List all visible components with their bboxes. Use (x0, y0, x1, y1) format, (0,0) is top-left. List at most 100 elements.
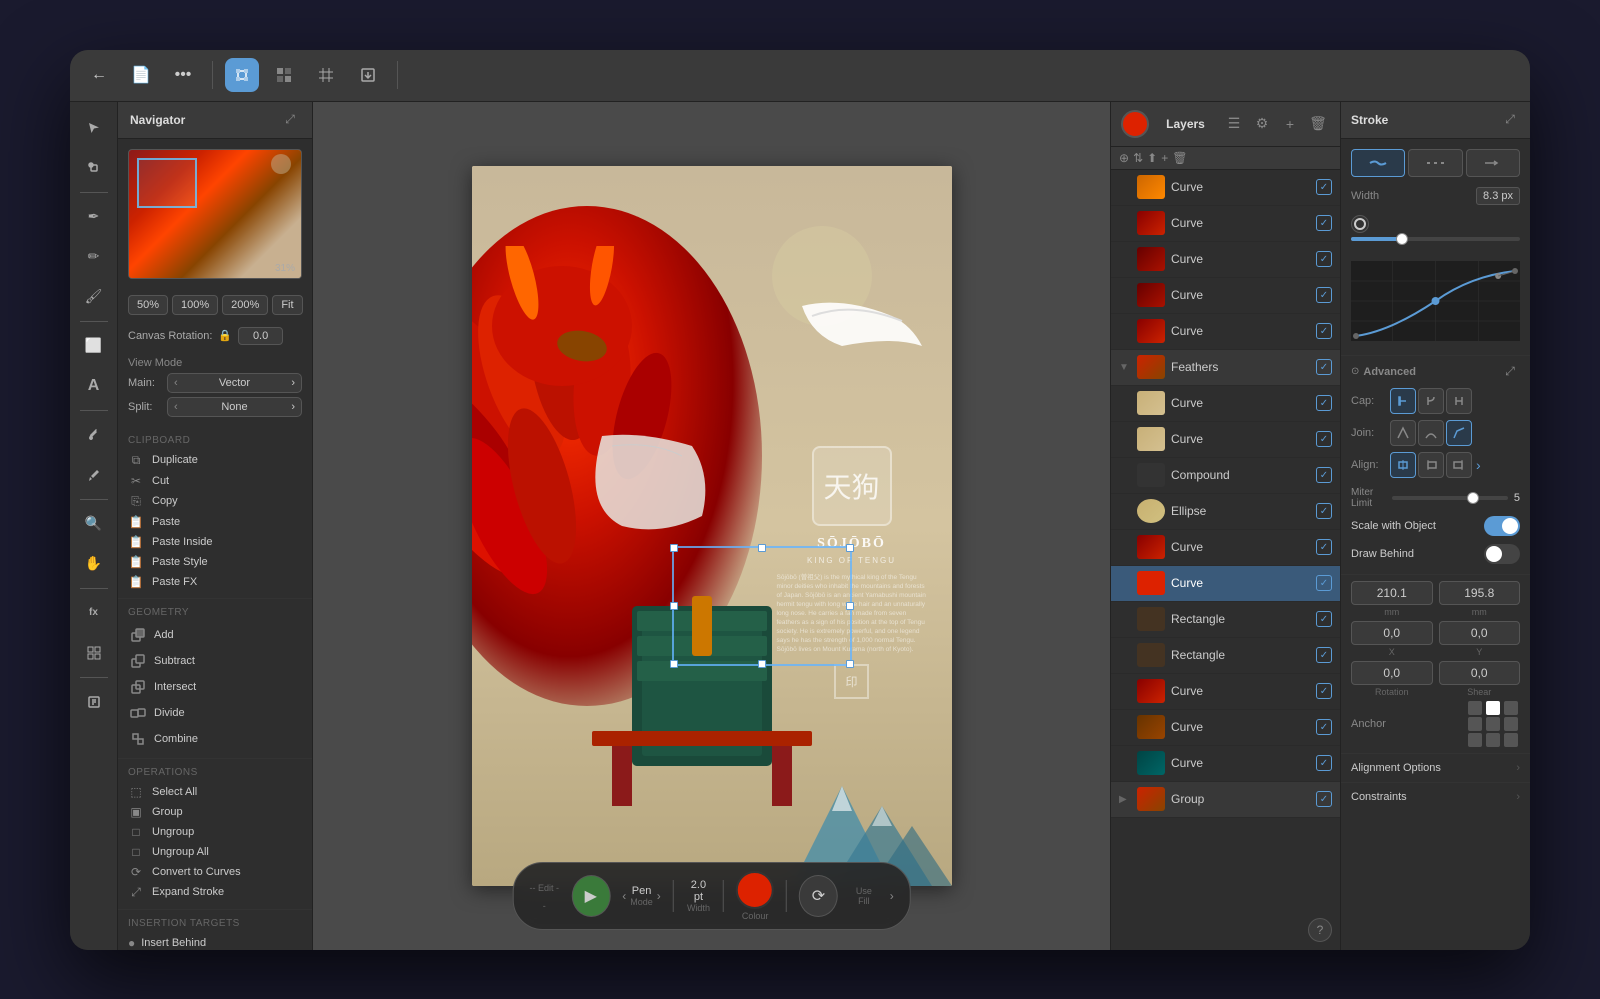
stroke-dashed-button[interactable] (1408, 149, 1462, 177)
width-value[interactable]: 8.3 px (1476, 187, 1520, 205)
pen-tool[interactable]: ✒ (76, 199, 112, 235)
ungroup-all-button[interactable]: □ Ungroup All (118, 842, 312, 862)
layer-item[interactable]: Curve ✓ (1111, 674, 1340, 710)
width-input[interactable] (1351, 581, 1433, 605)
zoom-fit-button[interactable]: Fit (272, 295, 302, 315)
layer-item-compound[interactable]: Compound ✓ (1111, 458, 1340, 494)
eyedropper-tool[interactable] (76, 457, 112, 493)
layer-visibility[interactable]: ✓ (1316, 395, 1332, 411)
layer-visibility[interactable]: ✓ (1316, 575, 1332, 591)
layer-item-active[interactable]: Curve ✓ (1111, 566, 1340, 602)
cap-round-button[interactable] (1418, 388, 1444, 414)
join-round-button[interactable] (1418, 420, 1444, 446)
miter-slider[interactable] (1392, 496, 1508, 500)
vector-mode-button[interactable] (225, 58, 259, 92)
height-input[interactable] (1439, 581, 1521, 605)
paste-style-button[interactable]: 📋 Paste Style (118, 552, 312, 572)
layers-swap-button[interactable]: ⇅ (1133, 151, 1143, 165)
play-button[interactable]: ▶ (571, 875, 610, 917)
grid-tool[interactable] (76, 635, 112, 671)
layer-item-teal[interactable]: Curve ✓ (1111, 746, 1340, 782)
pan-tool[interactable]: ✋ (76, 546, 112, 582)
x-input[interactable] (1351, 621, 1433, 645)
anchor-mc[interactable] (1486, 717, 1500, 731)
scale-toggle[interactable] (1484, 516, 1520, 536)
select-tool[interactable] (76, 110, 112, 146)
layer-item[interactable]: Curve ✓ (1111, 710, 1340, 746)
cap-square-button[interactable] (1446, 388, 1472, 414)
layers-color-dot[interactable] (1121, 110, 1149, 138)
subtract-button[interactable]: Subtract (118, 648, 312, 674)
anchor-tr[interactable] (1504, 701, 1518, 715)
anchor-mr[interactable] (1504, 717, 1518, 731)
mode-next-button[interactable]: › (657, 889, 661, 903)
export-button[interactable] (351, 58, 385, 92)
y-input[interactable] (1439, 621, 1521, 645)
anchor-bl[interactable] (1468, 733, 1482, 747)
layer-item-rect2[interactable]: Rectangle ✓ (1111, 638, 1340, 674)
zoom-tool[interactable]: 🔍 (76, 506, 112, 542)
cut-button[interactable]: ✂ Cut (118, 471, 312, 491)
layers-collapse-button[interactable]: ⬆ (1147, 151, 1157, 165)
layer-visibility[interactable]: ✓ (1316, 503, 1332, 519)
layer-visibility[interactable]: ✓ (1316, 179, 1332, 195)
layer-item[interactable]: Curve ✓ (1111, 530, 1340, 566)
join-bevel-button[interactable] (1446, 420, 1472, 446)
mode-prev-button[interactable]: ‹ (622, 889, 626, 903)
draw-behind-toggle[interactable] (1484, 544, 1520, 564)
layer-item[interactable]: Curve ✓ (1111, 314, 1340, 350)
copy-button[interactable]: ⎘ Copy (118, 491, 312, 512)
align-outside-button[interactable] (1446, 452, 1472, 478)
layers-remove-layer-button[interactable]: 🗑 (1172, 151, 1187, 165)
anchor-bc[interactable] (1486, 733, 1500, 747)
layer-visibility[interactable]: ✓ (1316, 539, 1332, 555)
node-tool[interactable] (76, 150, 112, 186)
paste-button[interactable]: 📋 Paste (118, 512, 312, 532)
cap-butt-button[interactable] (1390, 388, 1416, 414)
layers-scroll-up[interactable]: ⊕ (1119, 151, 1129, 165)
stroke-popout-button[interactable]: ⤢ (1500, 110, 1520, 130)
paste-inside-button[interactable]: 📋 Paste Inside (118, 532, 312, 552)
new-document-button[interactable]: 📄 (124, 58, 158, 92)
layer-visibility[interactable]: ✓ (1316, 359, 1332, 375)
layer-item[interactable]: Curve ✓ (1111, 278, 1340, 314)
constraints-button[interactable]: Constraints › (1341, 782, 1530, 811)
shear-input[interactable] (1439, 661, 1521, 685)
view-mode-split-selector[interactable]: ‹ None › (167, 397, 302, 417)
width-slider[interactable] (1351, 237, 1520, 241)
grid-button[interactable] (309, 58, 343, 92)
layer-item[interactable]: Curve ✓ (1111, 242, 1340, 278)
select-all-button[interactable]: ⬚ Select All (118, 782, 312, 802)
more-options-button[interactable]: ••• (166, 58, 200, 92)
layer-visibility[interactable]: ✓ (1316, 683, 1332, 699)
layer-item[interactable]: Curve ✓ (1111, 170, 1340, 206)
colour-picker[interactable] (736, 871, 774, 909)
join-miter-button[interactable] (1390, 420, 1416, 446)
shape-tool[interactable]: ⬜ (76, 328, 112, 364)
anchor-tl[interactable] (1468, 701, 1482, 715)
canvas-area[interactable]: 天狗 SŌJŌBŌ KING OF TENGU Sōjōbō (曽祖父) is … (313, 102, 1110, 950)
layer-visibility[interactable]: ✓ (1316, 215, 1332, 231)
view-mode-main-selector[interactable]: ‹ Vector › (167, 373, 302, 393)
layer-visibility[interactable]: ✓ (1316, 755, 1332, 771)
use-fill-button[interactable]: ⟳ (799, 875, 838, 917)
layer-item-rect1[interactable]: Rectangle ✓ (1111, 602, 1340, 638)
layers-add-layer-button[interactable]: + (1161, 151, 1168, 165)
paste-fx-button[interactable]: 📋 Paste FX (118, 572, 312, 592)
fx-tool[interactable]: fx (76, 595, 112, 631)
stroke-arrow-button[interactable] (1466, 149, 1520, 177)
pixel-mode-button[interactable] (267, 58, 301, 92)
canvas-rotation-input[interactable] (238, 327, 283, 345)
divide-button[interactable]: Divide (118, 700, 312, 726)
layer-visibility[interactable]: ✓ (1316, 791, 1332, 807)
anchor-tc[interactable] (1486, 701, 1500, 715)
expand-stroke-button[interactable]: ⤢ Expand Stroke (118, 882, 312, 903)
layer-item-group[interactable]: ▶ Group ✓ (1111, 782, 1340, 818)
group-button[interactable]: ▣ Group (118, 802, 312, 822)
anchor-ml[interactable] (1468, 717, 1482, 731)
stroke-solid-button[interactable] (1351, 149, 1405, 177)
layers-delete-button[interactable]: 🗑 (1306, 112, 1330, 136)
layer-visibility[interactable]: ✓ (1316, 719, 1332, 735)
text-tool[interactable]: A (76, 368, 112, 404)
layer-visibility[interactable]: ✓ (1316, 647, 1332, 663)
